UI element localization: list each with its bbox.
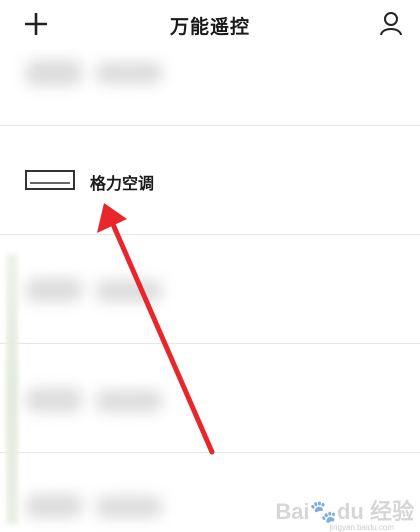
row-divider bbox=[0, 234, 420, 235]
blurred-device-icon bbox=[26, 388, 82, 412]
device-list: 格力空调 bbox=[0, 0, 420, 532]
device-name: 格力空调 bbox=[90, 174, 155, 193]
row-divider bbox=[0, 343, 420, 344]
user-profile-button[interactable] bbox=[378, 10, 404, 38]
blurred-device-icon bbox=[26, 60, 82, 86]
blurred-device-name bbox=[96, 496, 162, 518]
user-icon bbox=[380, 12, 402, 36]
paw-icon: 🐾 bbox=[309, 499, 337, 524]
watermark-brand-mark: du bbox=[336, 499, 364, 524]
blurred-device-icon bbox=[26, 494, 82, 518]
blurred-device-name bbox=[96, 280, 162, 302]
watermark-brand: Bai bbox=[275, 499, 310, 524]
baidu-watermark: Bai🐾du 经验 bbox=[275, 494, 414, 526]
watermark-brand-cn: 经验 bbox=[369, 499, 414, 524]
watermark-url: jingyan.baidu.com bbox=[329, 523, 394, 532]
blurred-device-icon bbox=[26, 278, 82, 302]
left-edge-shadow bbox=[6, 254, 18, 524]
row-divider bbox=[0, 452, 420, 453]
device-item-gree-ac[interactable] bbox=[0, 126, 420, 234]
blurred-device-name bbox=[96, 62, 162, 84]
page-title: 万能遥控 bbox=[169, 16, 250, 38]
app-header: 万能遥控 bbox=[0, 0, 420, 50]
blurred-device-name bbox=[96, 390, 162, 412]
air-conditioner-icon bbox=[25, 170, 75, 194]
